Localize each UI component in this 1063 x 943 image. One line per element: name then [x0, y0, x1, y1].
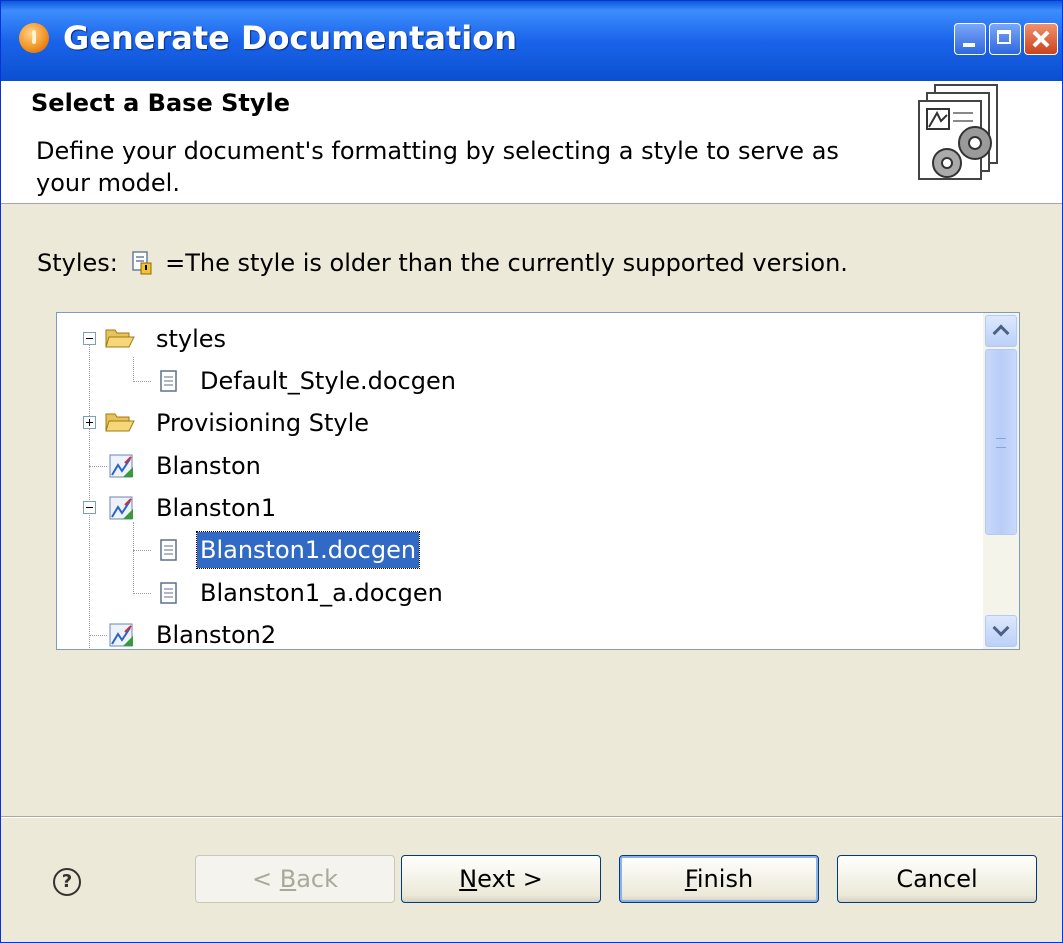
- style-icon: [109, 623, 133, 647]
- tree-item-blanston1-docgen[interactable]: Blanston1.docgen: [159, 531, 421, 569]
- tree-item-blanston[interactable]: Blanston: [109, 448, 264, 484]
- tree-vertical-scrollbar[interactable]: [983, 313, 1019, 649]
- tree-item-default-style[interactable]: Default_Style.docgen: [159, 363, 459, 399]
- expand-provisioning-toggle[interactable]: [83, 416, 96, 429]
- tree-item-label: Provisioning Style: [156, 409, 370, 437]
- maximize-button[interactable]: [989, 23, 1021, 55]
- page-title: Select a Base Style: [31, 89, 290, 117]
- document-icon: [160, 582, 177, 604]
- folder-open-icon: [105, 329, 135, 348]
- styles-legend-text: =The style is older than the currently s…: [165, 249, 848, 277]
- style-icon: [109, 454, 133, 478]
- window-title: Generate Documentation: [63, 19, 518, 57]
- tree-item-blanston1-a-docgen[interactable]: Blanston1_a.docgen: [159, 575, 446, 611]
- tree-item-blanston1[interactable]: Blanston1: [109, 490, 279, 526]
- back-button[interactable]: < Back: [195, 855, 395, 903]
- dialog-window: Generate Documentation Select a Base Sty…: [0, 0, 1063, 943]
- close-button[interactable]: [1024, 23, 1058, 55]
- folder-open-icon: [105, 413, 135, 432]
- tree-item-styles[interactable]: styles: [105, 321, 229, 357]
- tree-item-label: Blanston: [156, 452, 261, 480]
- footer-separator: [1, 816, 1062, 818]
- document-icon: [160, 539, 177, 561]
- tree-item-label: Blanston1_a.docgen: [200, 579, 443, 607]
- scroll-thumb[interactable]: [985, 349, 1017, 535]
- title-bar[interactable]: Generate Documentation: [1, 1, 1062, 81]
- tree-item-provisioning-style[interactable]: Provisioning Style: [105, 405, 372, 441]
- tree-item-label: Blanston2: [156, 621, 277, 649]
- documentation-gears-icon: [918, 84, 998, 180]
- page-description: Define your document's formatting by sel…: [36, 137, 839, 197]
- collapse-blanston1-toggle[interactable]: [83, 501, 96, 514]
- tree-item-label: styles: [156, 325, 227, 353]
- styles-tree[interactable]: styles Default_Style.docgen Provisioning…: [56, 312, 1020, 650]
- tree-item-blanston2[interactable]: Blanston2: [109, 617, 279, 649]
- collapse-styles-toggle[interactable]: [83, 332, 96, 345]
- wizard-header: Select a Base Style Define your document…: [1, 81, 1062, 204]
- styles-legend: Styles: =The style is older than the cur…: [37, 249, 848, 277]
- cancel-button[interactable]: Cancel: [837, 855, 1037, 903]
- document-icon: [160, 370, 177, 392]
- tree-item-label: Blanston1: [156, 494, 277, 522]
- finish-button[interactable]: Finish: [619, 855, 819, 903]
- help-icon[interactable]: ?: [53, 868, 81, 896]
- scroll-down-button[interactable]: [985, 615, 1017, 647]
- scroll-up-button[interactable]: [985, 315, 1017, 347]
- style-icon: [109, 496, 133, 520]
- next-button[interactable]: Next >: [401, 855, 601, 903]
- outdated-style-icon: [131, 251, 152, 275]
- tree-item-label: Blanston1.docgen: [195, 531, 421, 569]
- app-icon: [19, 23, 49, 53]
- tree-item-label: Default_Style.docgen: [200, 367, 456, 395]
- styles-label: Styles:: [37, 249, 118, 277]
- minimize-button[interactable]: [954, 23, 986, 55]
